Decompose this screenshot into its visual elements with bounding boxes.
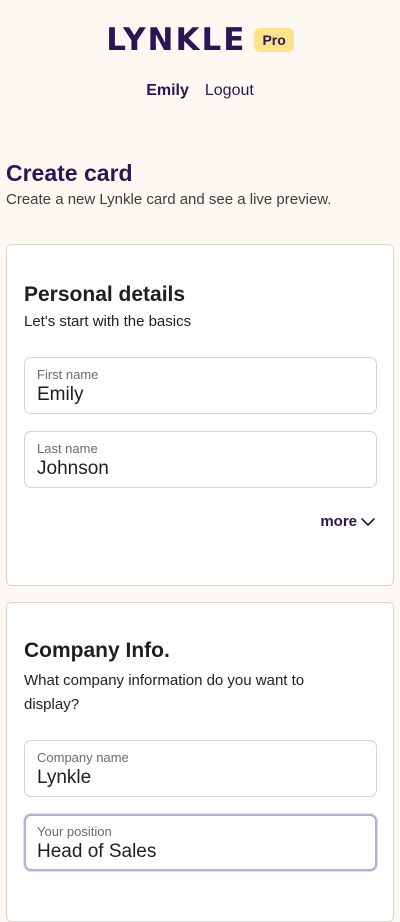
personal-details-card: Personal details Let's start with the ba… — [6, 244, 394, 586]
more-toggle-button[interactable]: more — [320, 513, 375, 530]
last-name-field[interactable]: Last name — [24, 431, 377, 488]
first-name-input[interactable] — [37, 384, 357, 406]
first-name-field[interactable]: First name — [24, 357, 377, 414]
page-subtitle: Create a new Lynkle card and see a live … — [6, 191, 332, 208]
position-input[interactable] — [37, 841, 357, 863]
more-toggle-label: more — [320, 513, 357, 530]
company-name-input[interactable] — [37, 767, 357, 789]
first-name-label: First name — [37, 367, 99, 382]
app-header: LYNKLE Pro Emily Logout — [0, 0, 400, 130]
company-info-description: What company information do you want to … — [24, 672, 305, 713]
logout-link[interactable]: Logout — [205, 82, 254, 100]
position-field[interactable]: Your position — [24, 814, 377, 871]
user-name-link[interactable]: Emily — [146, 82, 189, 100]
position-label: Your position — [37, 824, 112, 839]
company-info-card: Company Info. What company information d… — [6, 602, 394, 922]
user-nav: Emily Logout — [0, 82, 400, 100]
app-logo[interactable]: LYNKLE — [106, 22, 246, 58]
last-name-input[interactable] — [37, 458, 357, 480]
pro-badge: Pro — [254, 28, 294, 52]
personal-details-title: Personal details — [24, 283, 186, 306]
brand: LYNKLE Pro — [0, 22, 400, 58]
page-title: Create card — [6, 160, 133, 186]
personal-details-description: Let's start with the basics — [24, 313, 192, 330]
company-name-field[interactable]: Company name — [24, 740, 377, 797]
company-name-label: Company name — [37, 750, 129, 765]
company-info-title: Company Info. — [24, 639, 170, 662]
last-name-label: Last name — [37, 441, 98, 456]
chevron-down-icon — [361, 517, 375, 527]
